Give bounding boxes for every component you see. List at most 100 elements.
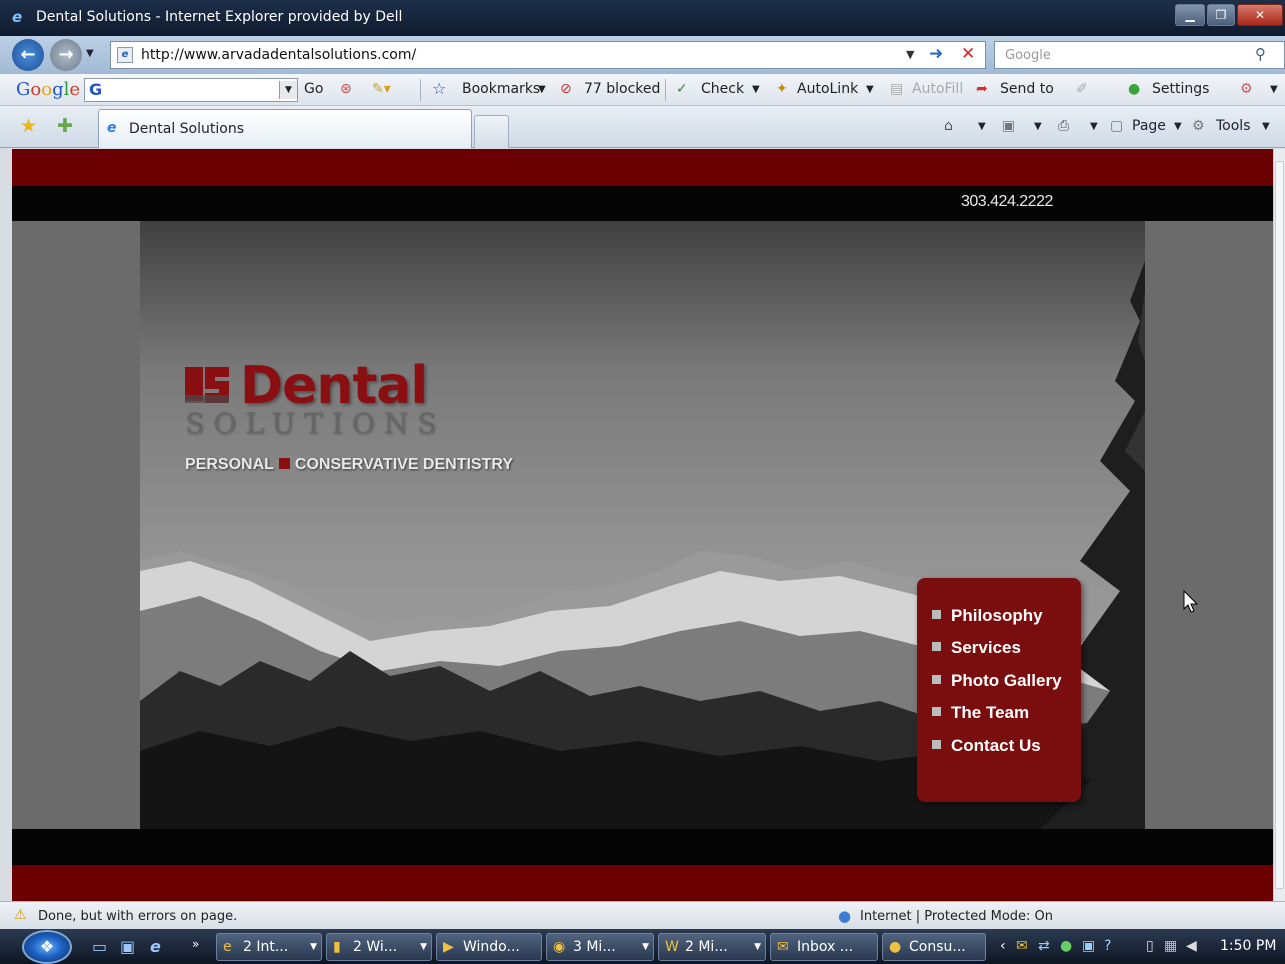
tray-icon-app[interactable]: ● — [1060, 938, 1072, 954]
maximize-icon: ❐ — [1215, 8, 1227, 22]
feeds-icon[interactable]: ▣ — [1002, 118, 1015, 134]
spellcheck-icon: ✓ — [676, 81, 688, 97]
autolink-icon: ✦ — [776, 81, 788, 97]
options-dropdown-icon[interactable]: ▼ — [1270, 84, 1278, 95]
autolink-dropdown-icon[interactable]: ▼ — [866, 84, 874, 95]
taskbar-item-inbox[interactable]: ✉ Inbox ... — [770, 933, 878, 961]
autofill-button[interactable]: AutoFill — [912, 81, 963, 97]
globe-icon: ● — [889, 939, 902, 955]
tray-icon-mail[interactable]: ✉ — [1016, 938, 1028, 954]
home-dropdown-icon[interactable]: ▼ — [978, 121, 986, 132]
status-bar: ⚠ Done, but with errors on page. ● Inter… — [0, 901, 1285, 929]
taskbar-item-explorer[interactable]: ▮ 2 Wi... ▼ — [326, 933, 432, 961]
options-icon[interactable]: ⚙ — [1240, 81, 1253, 97]
favorites-star-icon[interactable]: ★ — [20, 115, 37, 137]
volume-icon[interactable]: ◀ — [1186, 938, 1197, 954]
taskbar-item-mi-1[interactable]: ◉ 3 Mi... ▼ — [546, 933, 654, 961]
window-title: Dental Solutions - Internet Explorer pro… — [36, 9, 403, 25]
windows-taskbar: ❖ ▭ ▣ e » e2 Int... ▼ ▮ 2 Wi... ▼ ▶ Windo...… — [0, 929, 1285, 964]
sendto-button[interactable]: Send to — [1000, 81, 1054, 97]
pencil-icon: ✐ — [1076, 81, 1088, 97]
status-text: Done, but with errors on page. — [38, 909, 238, 924]
tagline-left: PERSONAL — [185, 456, 274, 473]
tab-dental-solutions[interactable]: e Dental Solutions — [98, 109, 472, 148]
security-zone[interactable]: Internet | Protected Mode: On — [860, 909, 1053, 924]
menu-item-the-team[interactable]: The Team — [932, 703, 1029, 723]
taskbar-item-media[interactable]: ▶ Windo... — [436, 933, 542, 961]
pagerank-icon[interactable]: ⊛ — [340, 81, 352, 97]
google-g-icon: G — [89, 80, 103, 99]
tray-icon-display[interactable]: ▣ — [1082, 938, 1095, 954]
print-icon[interactable]: ⎙ — [1058, 118, 1069, 134]
windows-logo-icon: ❖ — [39, 937, 55, 956]
footer-black-band — [12, 829, 1273, 865]
forward-button[interactable]: → — [50, 39, 82, 71]
highlight-icon[interactable]: ✎▾ — [372, 81, 391, 97]
settings-button[interactable]: Settings — [1152, 81, 1209, 97]
web-page: 303.424.2222 Dental SOLUTIONS PERSONAL CO… — [12, 149, 1273, 901]
scrollbar-thumb[interactable] — [1275, 161, 1284, 889]
menu-item-contact-us[interactable]: Contact Us — [932, 736, 1041, 756]
menu-item-photo-gallery[interactable]: Photo Gallery — [932, 671, 1062, 691]
bullet-icon — [932, 675, 941, 684]
bookmarks-button[interactable]: Bookmarks — [462, 81, 540, 97]
add-favorite-icon[interactable]: ✚ — [57, 115, 73, 137]
navigation-bar: ← → ▼ e http://www.arvadadentalsolutions… — [0, 36, 1285, 74]
tools-dropdown-icon[interactable]: ▼ — [1262, 121, 1270, 132]
maximize-button[interactable]: ❐ — [1207, 4, 1235, 26]
tagline-separator — [278, 458, 290, 469]
ie-logo-icon: e — [12, 8, 23, 26]
tray-expand-icon[interactable]: ‹ — [1000, 938, 1006, 954]
minimize-button[interactable]: ▁ — [1175, 4, 1205, 26]
bookmarks-dropdown-icon[interactable]: ▼ — [538, 84, 546, 95]
stop-icon[interactable]: ✕ — [961, 44, 975, 64]
autolink-button[interactable]: AutoLink — [797, 81, 858, 97]
site-navigation-menu: Philosophy Services Photo Gallery The Te… — [917, 578, 1081, 802]
taskbar-item-consu[interactable]: ● Consu... — [882, 933, 986, 961]
taskbar-item-mi-2[interactable]: W2 Mi... ▼ — [658, 933, 766, 961]
address-field[interactable]: e http://www.arvadadentalsolutions.com/ … — [110, 41, 986, 69]
start-button[interactable]: ❖ — [22, 930, 72, 964]
google-go-button[interactable]: Go — [304, 81, 323, 97]
vertical-scrollbar[interactable] — [1273, 149, 1285, 901]
switch-windows-icon[interactable]: ▣ — [120, 937, 135, 956]
google-toolbar: Google G ▼ Go ⊛ ✎▾ ☆ Bookmarks ▼ ⊘ 77 bl… — [0, 74, 1285, 106]
tray-icon-network[interactable]: ⇄ — [1038, 938, 1050, 954]
new-tab-button[interactable] — [474, 115, 509, 148]
address-dropdown-icon[interactable]: ▼ — [906, 48, 914, 61]
search-icon[interactable]: ⚲ — [1255, 45, 1266, 63]
quicklaunch-overflow-icon[interactable]: » — [192, 937, 199, 951]
google-field-dropdown[interactable]: ▼ — [279, 81, 297, 99]
menu-item-services[interactable]: Services — [932, 638, 1021, 658]
logo-subtitle: SOLUTIONS — [185, 407, 446, 440]
popup-blocked-count[interactable]: 77 blocked — [584, 81, 660, 97]
home-icon[interactable]: ⌂ — [944, 118, 953, 134]
search-input[interactable]: Google ⚲ — [994, 41, 1285, 69]
back-arrow-icon: ← — [20, 44, 36, 65]
ie-quicklaunch-icon[interactable]: e — [150, 937, 161, 956]
tray-icon-connect[interactable]: ▦ — [1164, 938, 1177, 954]
menu-item-philosophy[interactable]: Philosophy — [932, 606, 1043, 626]
tray-icon-help[interactable]: ? — [1104, 938, 1111, 954]
tools-menu[interactable]: Tools — [1216, 118, 1251, 134]
google-search-field[interactable]: G ▼ — [84, 78, 298, 102]
back-button[interactable]: ← — [12, 39, 44, 71]
warning-icon[interactable]: ⚠ — [14, 907, 27, 923]
close-button[interactable]: ✕ — [1237, 4, 1283, 26]
header-black-band — [12, 186, 1273, 221]
page-dropdown-icon[interactable]: ▼ — [1174, 121, 1182, 132]
page-icon: e — [117, 47, 133, 63]
tray-icon-power[interactable]: ▯ — [1146, 938, 1154, 954]
check-dropdown-icon[interactable]: ▼ — [752, 84, 760, 95]
show-desktop-icon[interactable]: ▭ — [92, 937, 107, 956]
recent-pages-dropdown[interactable]: ▼ — [86, 48, 94, 59]
taskbar-item-ie[interactable]: e2 Int... ▼ — [216, 933, 322, 961]
print-dropdown-icon[interactable]: ▼ — [1090, 121, 1098, 132]
feeds-dropdown-icon[interactable]: ▼ — [1034, 121, 1042, 132]
page-menu-icon: ▢ — [1110, 118, 1124, 134]
bullet-icon — [932, 740, 941, 749]
check-button[interactable]: Check — [701, 81, 744, 97]
clock[interactable]: 1:50 PM — [1220, 938, 1276, 954]
go-icon[interactable]: ➜ — [929, 44, 943, 64]
page-menu[interactable]: Page — [1132, 118, 1166, 134]
